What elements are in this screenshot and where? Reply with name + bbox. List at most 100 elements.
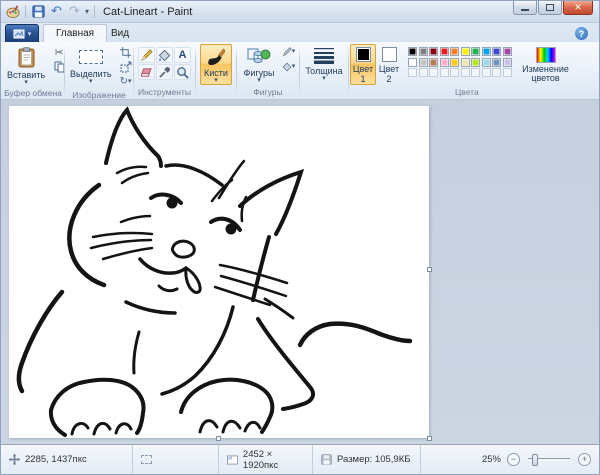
palette-swatch-empty[interactable] xyxy=(471,68,480,77)
size-group: Толщина ▾ xyxy=(301,42,347,99)
pencil-icon xyxy=(140,49,153,62)
palette-swatch[interactable] xyxy=(408,58,417,67)
canvas-resize-handle-corner[interactable] xyxy=(427,436,432,441)
titlebar: ↶ ↷ ▾ Cat-Lineart - Paint ✕ xyxy=(1,1,599,23)
shapes-icon xyxy=(247,47,271,66)
palette-swatch-empty[interactable] xyxy=(482,68,491,77)
tab-view[interactable]: Вид xyxy=(99,24,141,42)
resize-button[interactable] xyxy=(118,60,134,74)
brushes-button[interactable]: Кисти ▾ xyxy=(200,44,232,85)
palette-swatch-empty[interactable] xyxy=(408,68,417,77)
drawing-workspace xyxy=(1,100,599,446)
paste-button[interactable]: Вставить ▾ xyxy=(3,44,49,87)
palette-swatch-empty[interactable] xyxy=(492,68,501,77)
palette-swatch[interactable] xyxy=(450,47,459,56)
cursor-position-icon xyxy=(9,454,20,465)
brushes-caret: ▾ xyxy=(214,78,218,84)
redo-button[interactable]: ↷ xyxy=(67,4,82,19)
color2-button[interactable]: Цвет 2 xyxy=(376,44,402,85)
palette-swatch[interactable] xyxy=(450,58,459,67)
fill-tool[interactable] xyxy=(156,47,173,63)
palette-swatch[interactable] xyxy=(408,47,417,56)
canvas-size-icon xyxy=(227,455,238,465)
rotate-button[interactable]: ↻▾ xyxy=(118,75,134,89)
palette-swatch-empty[interactable] xyxy=(429,68,438,77)
size-button[interactable]: Толщина ▾ xyxy=(301,44,346,83)
zoom-slider[interactable] xyxy=(528,458,570,461)
select-caret: ▾ xyxy=(89,79,93,85)
pencil-tool[interactable] xyxy=(138,47,155,63)
palette-swatch[interactable] xyxy=(440,58,449,67)
palette-swatch[interactable] xyxy=(492,47,501,56)
palette-swatch[interactable] xyxy=(471,47,480,56)
canvas-resize-handle-bottom[interactable] xyxy=(216,436,221,441)
fill-bucket-icon xyxy=(158,49,171,62)
palette-swatch-empty[interactable] xyxy=(419,68,428,77)
scissors-icon: ✂ xyxy=(55,46,64,59)
fill-mini-icon xyxy=(282,62,292,72)
zoom-in-button[interactable]: + xyxy=(578,453,591,466)
canvas-resize-handle-right[interactable] xyxy=(427,267,432,272)
select-icon xyxy=(79,50,103,64)
shape-fill-caret: ▾ xyxy=(292,64,296,70)
clipboard-group-label: Буфер обмена xyxy=(3,87,63,100)
eraser-tool[interactable] xyxy=(138,64,155,80)
maximize-button[interactable] xyxy=(538,1,562,15)
edit-colors-icon xyxy=(536,47,556,63)
file-menu-button[interactable]: ▾ xyxy=(5,24,39,42)
qat-customize-button[interactable]: ▾ xyxy=(85,7,89,16)
palette-swatch[interactable] xyxy=(482,58,491,67)
help-button[interactable]: ? xyxy=(575,27,588,40)
colors-group: Цвет 1 Цвет 2 Изменение цветов Цвета xyxy=(350,42,599,99)
palette-swatch[interactable] xyxy=(429,58,438,67)
palette-swatch-empty[interactable] xyxy=(440,68,449,77)
size-caret: ▾ xyxy=(322,76,326,82)
drawing-canvas[interactable] xyxy=(9,106,429,438)
statusbar: 2285, 1437пкс 2452 × 1920пкс Размер: 105… xyxy=(1,444,599,474)
tab-home[interactable]: Главная xyxy=(43,24,107,42)
color-picker-tool[interactable] xyxy=(156,64,173,80)
palette-swatch[interactable] xyxy=(429,47,438,56)
edit-colors-button[interactable]: Изменение цветов xyxy=(516,44,576,84)
brushes-group-label xyxy=(197,86,235,99)
shape-outline-button[interactable]: ▾ xyxy=(281,45,297,59)
undo-button[interactable]: ↶ xyxy=(49,4,64,19)
color1-button[interactable]: Цвет 1 xyxy=(350,44,376,85)
zoom-slider-thumb[interactable] xyxy=(532,454,538,466)
text-tool[interactable]: A xyxy=(174,47,191,63)
shape-fill-button[interactable]: ▾ xyxy=(281,60,297,74)
palette-swatch[interactable] xyxy=(503,47,512,56)
palette-swatch[interactable] xyxy=(440,47,449,56)
zoom-out-button[interactable]: − xyxy=(507,453,520,466)
shapes-button[interactable]: Фигуры ▾ xyxy=(239,44,278,85)
palette-swatch[interactable] xyxy=(471,58,480,67)
close-icon: ✕ xyxy=(574,2,582,13)
ribbon-tab-row: ▾ Главная Вид ? xyxy=(1,23,599,42)
close-button[interactable]: ✕ xyxy=(563,1,593,15)
palette-swatch-empty[interactable] xyxy=(503,68,512,77)
palette-swatch[interactable] xyxy=(492,58,501,67)
palette-swatch-empty[interactable] xyxy=(450,68,459,77)
palette-swatch[interactable] xyxy=(419,47,428,56)
palette-swatch[interactable] xyxy=(419,58,428,67)
palette-swatch[interactable] xyxy=(461,47,470,56)
crop-button[interactable] xyxy=(118,45,134,59)
quick-access-toolbar: ↶ ↷ ▾ xyxy=(5,1,97,22)
palette-swatch-empty[interactable] xyxy=(461,68,470,77)
group-separator xyxy=(348,45,349,96)
qat-separator xyxy=(25,5,26,18)
color-palette xyxy=(408,47,512,77)
palette-swatch[interactable] xyxy=(482,47,491,56)
palette-swatch[interactable] xyxy=(461,58,470,67)
palette-swatch[interactable] xyxy=(503,58,512,67)
group-separator xyxy=(64,45,65,96)
save-button[interactable] xyxy=(31,4,46,19)
minimize-button[interactable] xyxy=(513,1,537,15)
paint-app-icon xyxy=(5,4,20,19)
magnifier-tool[interactable] xyxy=(174,64,191,80)
shapes-group: Фигуры ▾ ▾ ▾ Фигуры xyxy=(238,42,298,99)
color1-swatch xyxy=(356,47,371,62)
resize-icon xyxy=(120,61,132,73)
cursor-position-section: 2285, 1437пкс xyxy=(1,445,133,474)
select-button[interactable]: Выделить ▾ xyxy=(66,44,116,86)
